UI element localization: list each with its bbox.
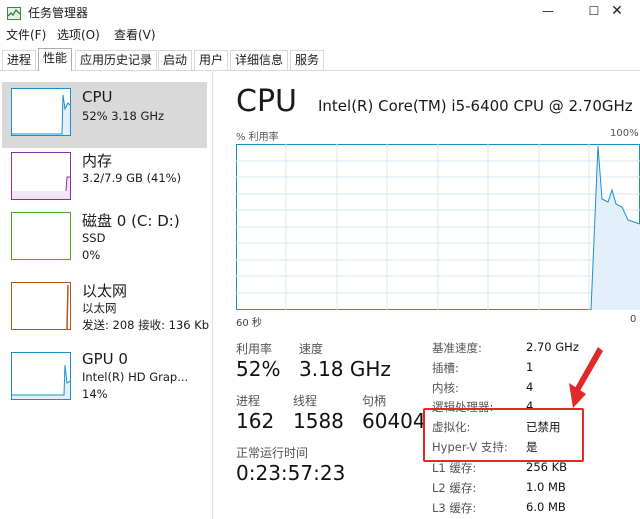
sidebar-item-detail: 发送: 208 接收: 136 Kb bbox=[82, 318, 210, 332]
tab-services[interactable]: 服务 bbox=[290, 50, 325, 70]
annotation-highlight-box bbox=[423, 408, 584, 462]
spec-value: 1.0 MB bbox=[526, 480, 566, 494]
spec-value: 1 bbox=[526, 360, 534, 374]
utilization-label: 利用率 bbox=[236, 342, 273, 356]
processes-label: 进程 bbox=[236, 394, 261, 408]
sidebar-item-subtitle: Intel(R) HD Grap... bbox=[82, 370, 189, 384]
sidebar-item-title: 以太网 bbox=[82, 282, 128, 300]
spec-label: 内核: bbox=[432, 381, 459, 395]
spec-value: 4 bbox=[526, 380, 534, 394]
sidebar-item-title: 内存 bbox=[82, 152, 113, 170]
sidebar-item-subtitle: 以太网 bbox=[82, 301, 117, 315]
disk-mini-graph bbox=[11, 212, 71, 260]
tab-details[interactable]: 详细信息 bbox=[230, 50, 289, 70]
sidebar-item-subtitle: 3.2/7.9 GB (41%) bbox=[82, 171, 182, 185]
uptime-label: 正常运行时间 bbox=[236, 446, 309, 460]
speed-value: 3.18 GHz bbox=[299, 357, 391, 381]
minimize-button[interactable]: — bbox=[525, 0, 571, 24]
tab-users[interactable]: 用户 bbox=[194, 50, 229, 70]
graph-x-right-label: 0 bbox=[630, 314, 637, 325]
sidebar-item-title: CPU bbox=[82, 88, 113, 106]
spec-label: L2 缓存: bbox=[432, 481, 477, 495]
threads-label: 线程 bbox=[293, 394, 318, 408]
handles-label: 句柄 bbox=[362, 394, 387, 408]
tab-processes[interactable]: 进程 bbox=[2, 50, 37, 70]
cpu-mini-graph bbox=[11, 88, 71, 136]
menu-view[interactable]: 查看(V) bbox=[114, 26, 156, 43]
menu-options[interactable]: 选项(O) bbox=[57, 26, 100, 43]
sidebar-item-subtitle: SSD bbox=[82, 231, 106, 245]
spec-label: 插槽: bbox=[432, 361, 459, 375]
annotation-arrow-icon bbox=[560, 345, 604, 410]
sidebar-item-title: 磁盘 0 (C: D:) bbox=[82, 212, 180, 230]
tab-performance[interactable]: 性能 bbox=[38, 48, 73, 71]
memory-mini-graph bbox=[11, 152, 71, 200]
menu-file[interactable]: 文件(F) bbox=[6, 26, 46, 43]
tab-startup[interactable]: 启动 bbox=[158, 50, 193, 70]
ethernet-mini-graph bbox=[11, 282, 71, 330]
gpu-mini-graph bbox=[11, 352, 71, 400]
processes-value: 162 bbox=[236, 409, 275, 433]
tab-app-history[interactable]: 应用历史记录 bbox=[75, 50, 158, 70]
threads-value: 1588 bbox=[293, 409, 344, 433]
sidebar-item-title: GPU 0 bbox=[82, 350, 128, 368]
speed-label: 速度 bbox=[299, 342, 324, 356]
cpu-utilization-graph bbox=[236, 144, 640, 311]
sidebar-item-detail: 14% bbox=[82, 387, 108, 401]
task-manager-app-icon bbox=[7, 5, 21, 20]
spec-label: 基准速度: bbox=[432, 341, 482, 355]
graph-y-max-label: 100% bbox=[610, 128, 639, 139]
close-button[interactable]: ✕ bbox=[594, 0, 640, 24]
window-title: 任务管理器 bbox=[28, 6, 89, 20]
spec-label: L1 缓存: bbox=[432, 461, 477, 475]
cpu-model-name: Intel(R) Core(TM) i5-6400 CPU @ 2.70GHz bbox=[318, 97, 633, 115]
spec-label: L3 缓存: bbox=[432, 501, 477, 515]
sidebar-item-detail: 0% bbox=[82, 248, 101, 262]
graph-x-left-label: 60 秒 bbox=[236, 318, 262, 329]
page-title: CPU bbox=[236, 84, 297, 119]
sidebar-item-subtitle: 52% 3.18 GHz bbox=[82, 109, 165, 123]
utilization-value: 52% bbox=[236, 357, 281, 381]
spec-value: 256 KB bbox=[526, 460, 568, 474]
handles-value: 60404 bbox=[362, 409, 426, 433]
spec-value: 6.0 MB bbox=[526, 500, 566, 514]
graph-y-label: % 利用率 bbox=[236, 132, 279, 143]
uptime-value: 0:23:57:23 bbox=[236, 461, 346, 485]
